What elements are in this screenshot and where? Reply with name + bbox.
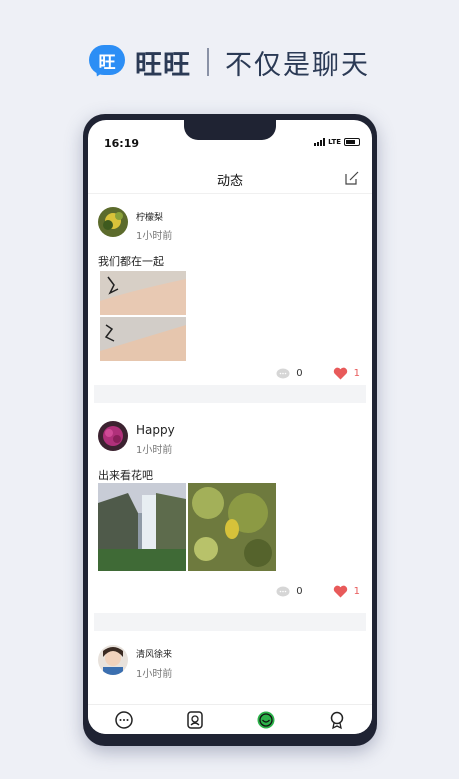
post-time: 1小时前: [136, 669, 173, 680]
page-title: 动态: [216, 174, 243, 189]
brand-slogan: 不仅是聊天: [225, 49, 370, 81]
edit-icon[interactable]: [344, 170, 360, 186]
user-name[interactable]: Happy: [136, 423, 175, 437]
comment-count: 0: [296, 368, 303, 379]
brand-name: 旺旺: [135, 49, 191, 81]
post-time: 1小时前: [136, 231, 173, 242]
post-text: 出来看花吧: [98, 469, 153, 482]
post-photo[interactable]: [100, 271, 186, 361]
post-text: 我们都在一起: [98, 255, 164, 268]
status-indicators: LTE: [314, 138, 360, 146]
user-name[interactable]: 清风徐来: [136, 647, 172, 660]
nav-bar: 动态: [88, 164, 372, 194]
post-card: 清风徐来 1小时前: [88, 631, 372, 711]
avatar[interactable]: [98, 421, 128, 451]
brand-header: 旺 旺旺 不仅是聊天: [0, 40, 459, 84]
like-count: 1: [353, 368, 360, 379]
comment-icon[interactable]: [276, 586, 290, 598]
battery-icon: [344, 138, 360, 146]
brand-divider: [207, 48, 209, 76]
moments-feed: 柠檬梨 1小时前 我们都在一起 0 1 Happy 1小时前 出来看花吧 0 1…: [88, 195, 372, 711]
comment-icon[interactable]: [276, 368, 290, 380]
user-name[interactable]: 柠檬梨: [136, 210, 163, 223]
post-time: 1小时前: [136, 445, 173, 456]
post-photo[interactable]: [98, 483, 186, 571]
phone-screen: 16:19 LTE 动态 柠檬梨 1小时前 我们都在一起 0 1 Happy 1…: [88, 120, 372, 734]
post-divider: [94, 385, 366, 403]
heart-icon[interactable]: [333, 585, 348, 598]
heart-icon[interactable]: [333, 367, 348, 380]
logo-char: 旺: [89, 45, 125, 75]
post-card: Happy 1小时前 出来看花吧 0 1: [88, 403, 372, 613]
avatar[interactable]: [98, 645, 128, 675]
status-time: 16:19: [104, 137, 140, 150]
bottom-tab-bar: [88, 704, 372, 734]
comment-count: 0: [296, 586, 303, 597]
chat-icon[interactable]: [114, 710, 134, 730]
moments-icon[interactable]: [256, 710, 276, 730]
phone-notch: [184, 120, 276, 140]
profile-icon[interactable]: [327, 710, 347, 730]
wangwang-logo-icon: 旺: [89, 45, 127, 80]
post-photo[interactable]: [188, 483, 276, 571]
post-card: 柠檬梨 1小时前 我们都在一起 0 1: [88, 195, 372, 385]
signal-icon: [314, 138, 326, 146]
network-label: LTE: [328, 138, 341, 146]
phone-frame: 16:19 LTE 动态 柠檬梨 1小时前 我们都在一起 0 1 Happy 1…: [83, 114, 377, 746]
contacts-icon[interactable]: [185, 710, 205, 730]
post-divider: [94, 613, 366, 631]
avatar[interactable]: [98, 207, 128, 237]
like-count: 1: [353, 586, 360, 597]
post-actions: 0 1: [276, 367, 360, 380]
post-actions: 0 1: [276, 585, 360, 598]
